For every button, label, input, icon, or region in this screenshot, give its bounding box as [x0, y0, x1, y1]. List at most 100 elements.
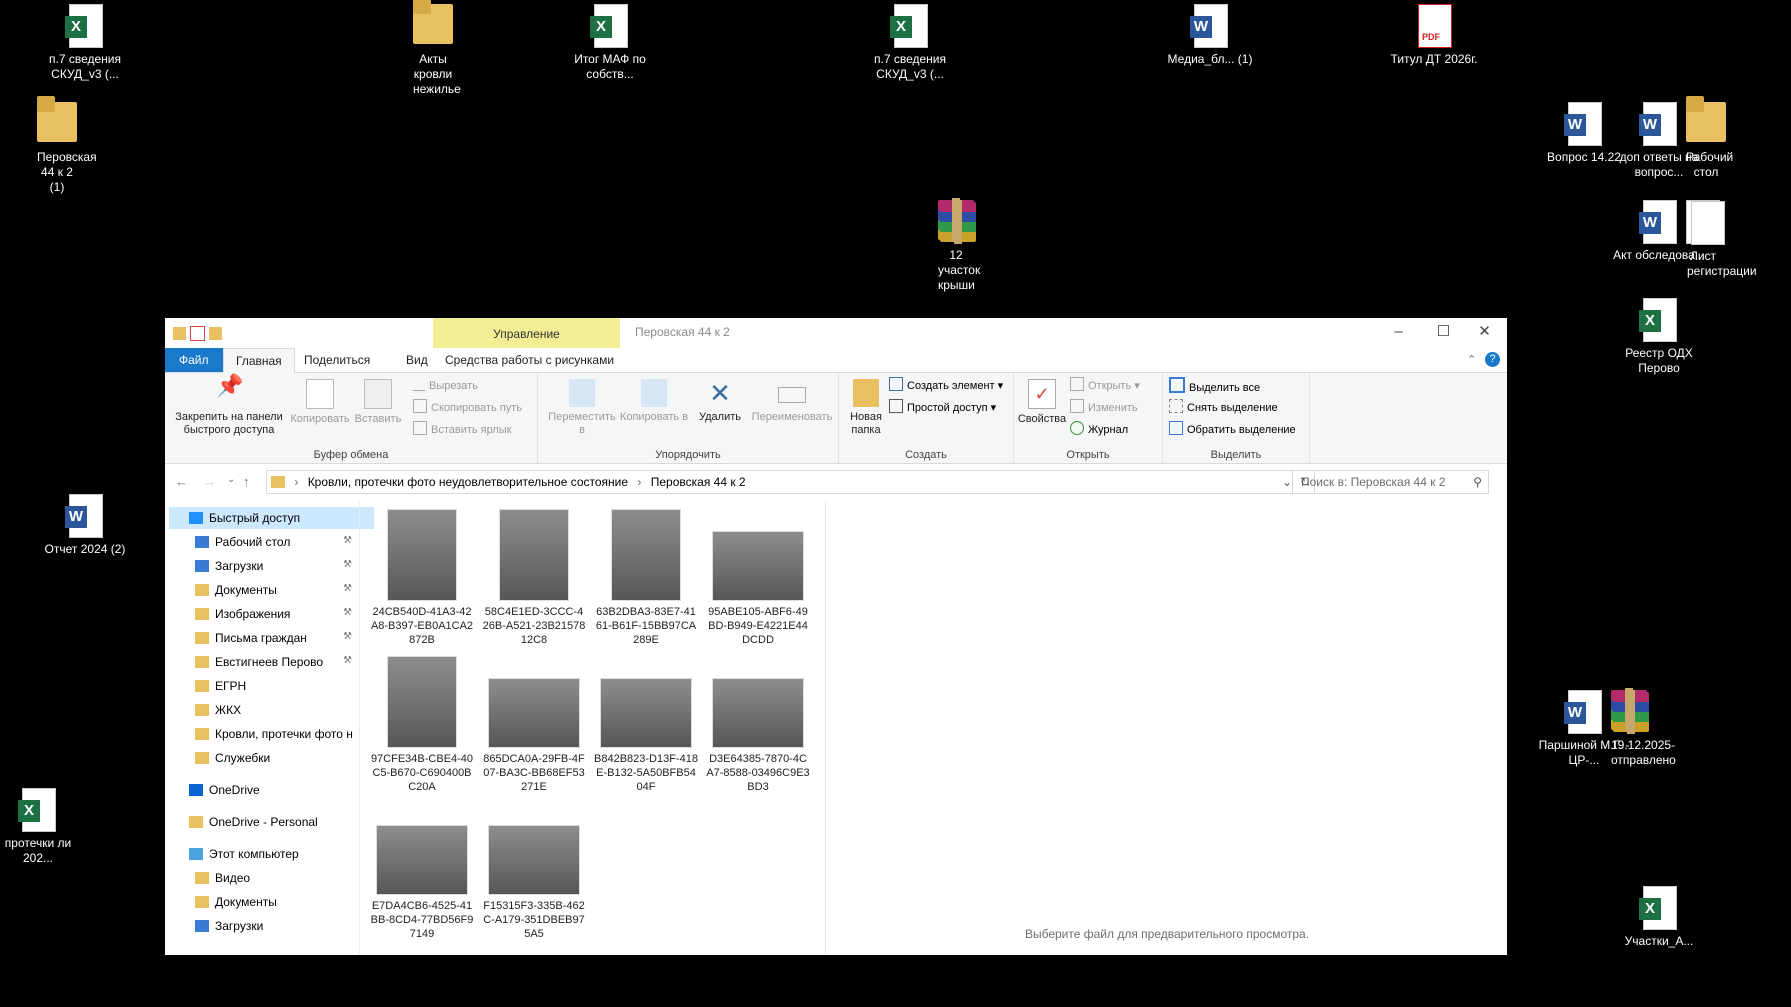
- desktop-icon[interactable]: X Итог МАФ по собств...: [562, 4, 658, 82]
- file-name: 97CFE34B-CBE4-40C5-B670-C690400BC20A: [370, 753, 474, 793]
- nav-item[interactable]: Документы: [195, 579, 355, 601]
- nav-item[interactable]: Загрузки: [195, 555, 355, 577]
- select-none-button[interactable]: Снять выделение: [1169, 399, 1278, 417]
- desktop-icon[interactable]: ко: [1762, 659, 1791, 722]
- tab-file[interactable]: Файл: [165, 348, 223, 372]
- quick-access-toolbar[interactable]: [173, 325, 263, 342]
- new-folder-icon[interactable]: [209, 327, 222, 341]
- desktop-icon[interactable]: Акты кровли нежилье: [413, 0, 461, 96]
- new-folder-button[interactable]: Новая папка: [843, 377, 889, 437]
- pin-label: Закрепить на панели быстрого доступа: [175, 411, 283, 436]
- delete-button[interactable]: ✕ Удалить: [692, 377, 748, 424]
- copy-to-button[interactable]: Копировать в: [618, 377, 690, 424]
- desktop-icon[interactable]: Xпротечки ли 202...: [0, 788, 86, 866]
- nav-item[interactable]: Загрузки: [195, 915, 355, 937]
- desktop-icon[interactable]: W Отчет 2024 (2): [37, 494, 133, 557]
- file-item[interactable]: 24CB540D-41A3-42A8-B397-EB0A1CA2872B: [370, 509, 474, 647]
- desktop-icon[interactable]: Е: [1762, 154, 1791, 217]
- nav-item[interactable]: Письма граждан: [195, 627, 355, 649]
- properties-button[interactable]: ✓ Свойства: [1016, 377, 1068, 426]
- nav-item-label: Изображения: [215, 607, 291, 621]
- desktop-icon[interactable]: 19.12.2025-отправлено: [1611, 688, 1676, 767]
- forward-button[interactable]: →: [203, 474, 216, 489]
- nav-item[interactable]: Видео: [195, 867, 355, 889]
- maximize-button[interactable]: ☐: [1421, 318, 1466, 348]
- rename-button[interactable]: Переименовать: [748, 377, 836, 424]
- invert-selection-button[interactable]: Обратить выделение: [1169, 421, 1296, 439]
- pin-button[interactable]: 📌 Закрепить на панели быстрого доступа: [171, 375, 287, 437]
- nav-item[interactable]: Евстигнеев Перово: [195, 651, 355, 673]
- nav-item-label: Служебки: [215, 751, 271, 765]
- file-item[interactable]: 95ABE105-ABF6-49BD-B949-E4221E44DCDD: [706, 509, 810, 647]
- desktop-icon[interactable]: Перовская 44 к 2 (1): [37, 96, 97, 194]
- desktop-icon[interactable]: 12 участок крыши: [938, 198, 980, 292]
- back-button[interactable]: ←: [175, 474, 188, 489]
- desktop-icon[interactable]: W Медиа_бл... (1): [1162, 4, 1258, 67]
- desktop-icon[interactable]: PDF Титул ДТ 2026г.: [1386, 4, 1482, 67]
- breadcrumb-item[interactable]: Кровли, протечки фото неудовлетворительн…: [308, 475, 628, 489]
- close-button[interactable]: ✕: [1462, 318, 1507, 348]
- nav-item[interactable]: Рабочий стол: [195, 531, 355, 553]
- properties-icon[interactable]: [190, 326, 205, 342]
- file-item[interactable]: 97CFE34B-CBE4-40C5-B670-C690400BC20A: [370, 656, 474, 794]
- desktop-icon-label: Акты кровли нежилье: [413, 52, 461, 96]
- history-button[interactable]: Журнал: [1070, 421, 1128, 439]
- desktop-icon[interactable]: Рабочий стол: [1686, 96, 1733, 179]
- nav-item[interactable]: Служебки: [195, 747, 355, 769]
- file-item[interactable]: F15315F3-335B-462C-A179-351DBEB975A5: [482, 803, 586, 941]
- nav-item[interactable]: Этот компьютер: [169, 843, 374, 865]
- file-item[interactable]: E7DA4CB6-4525-41BB-8CD4-77BD56F97149: [370, 803, 474, 941]
- address-dropdown-icon[interactable]: ⌄: [1282, 471, 1292, 493]
- copy-path-button[interactable]: Скопировать путь: [413, 399, 522, 417]
- file-item[interactable]: 865DCA0A-29FB-4F07-BA3C-BB68EF53271E: [482, 656, 586, 794]
- nav-item[interactable]: Быстрый доступ: [169, 507, 374, 529]
- file-item[interactable]: D3E64385-7870-4CA7-8588-03496C9E3BD3: [706, 656, 810, 794]
- nav-item[interactable]: OneDrive - Personal: [169, 811, 374, 833]
- select-all-button[interactable]: Выделить все: [1169, 377, 1260, 395]
- open-label: Открыть: [1088, 380, 1132, 392]
- nav-item[interactable]: Документы: [195, 891, 355, 913]
- paste-button[interactable]: Вставить: [352, 377, 404, 426]
- nav-item[interactable]: OneDrive: [169, 779, 374, 801]
- desktop-icon[interactable]: Xп.7 сведения СКУД_v3 (...: [862, 4, 958, 82]
- recent-locations-icon[interactable]: ⌄: [227, 474, 235, 485]
- desktop-icon[interactable]: Гр: [1762, 944, 1791, 1007]
- copy-button[interactable]: Копировать: [289, 377, 351, 426]
- desktop-icon[interactable]: 5_С: [1762, 549, 1791, 612]
- nav-item[interactable]: Изображения: [195, 603, 355, 625]
- desktop-icon[interactable]: Xп.7 сведения СКУД_v3 (...: [37, 4, 133, 82]
- file-item[interactable]: 63B2DBA3-83E7-4161-B61F-15BB97CA289E: [594, 509, 698, 647]
- tab-picture-tools[interactable]: Средства работы с рисунками: [433, 348, 626, 372]
- new-item-dropdown[interactable]: Создать элемент ▾: [889, 377, 1003, 395]
- open-dropdown[interactable]: Открыть ▾: [1070, 377, 1140, 395]
- edit-button[interactable]: Изменить: [1070, 399, 1138, 417]
- file-item[interactable]: 58C4E1ED-3CCC-426B-A521-23B2157812C8: [482, 509, 586, 647]
- desktop-icon[interactable]: X Участки_А...: [1611, 886, 1707, 949]
- easy-access-dropdown[interactable]: Простой доступ ▾: [889, 399, 996, 417]
- word-icon: W: [1639, 200, 1679, 244]
- desktop-icon: [195, 536, 209, 548]
- tab-share[interactable]: Поделиться: [292, 348, 382, 372]
- move-to-button[interactable]: Переместить в: [544, 377, 620, 437]
- cut-button[interactable]: Вырезать: [413, 377, 478, 395]
- nav-item[interactable]: Кровли, протечки фото н: [195, 723, 355, 745]
- minimize-button[interactable]: –: [1376, 318, 1421, 348]
- tab-home[interactable]: Главная: [223, 348, 295, 373]
- search-input[interactable]: Поиск в: Перовская 44 к 2 ⚲: [1292, 470, 1489, 494]
- desktop-icon[interactable]: ГР с д: [1762, 349, 1791, 412]
- nav-item[interactable]: ЕГРН: [195, 675, 355, 697]
- help-icon[interactable]: ?: [1485, 352, 1500, 367]
- desktop-icon[interactable]: X Реестр ОДХ Перово: [1611, 298, 1707, 376]
- paste-shortcut-button[interactable]: Вставить ярлык: [413, 421, 512, 439]
- nav-item[interactable]: ЖКХ: [195, 699, 355, 721]
- desktop-icon[interactable]: Ле: [1762, 254, 1791, 317]
- desktop-icon[interactable]: М: [1762, 56, 1791, 119]
- collapse-ribbon-icon[interactable]: ⌃: [1467, 353, 1476, 366]
- file-item[interactable]: B842B823-D13F-418E-B132-5A50BFB5404F: [594, 656, 698, 794]
- address-bar[interactable]: › Кровли, протечки фото неудовлетворител…: [266, 470, 1315, 494]
- nav-item-label: Письма граждан: [215, 631, 307, 645]
- preview-message: Выберите файл для предварительного просм…: [1024, 927, 1310, 941]
- up-button[interactable]: ↑: [243, 474, 250, 489]
- breadcrumb-current[interactable]: Перовская 44 к 2: [651, 475, 746, 489]
- desktop-icon[interactable]: Лист регистрации: [1686, 200, 1757, 278]
